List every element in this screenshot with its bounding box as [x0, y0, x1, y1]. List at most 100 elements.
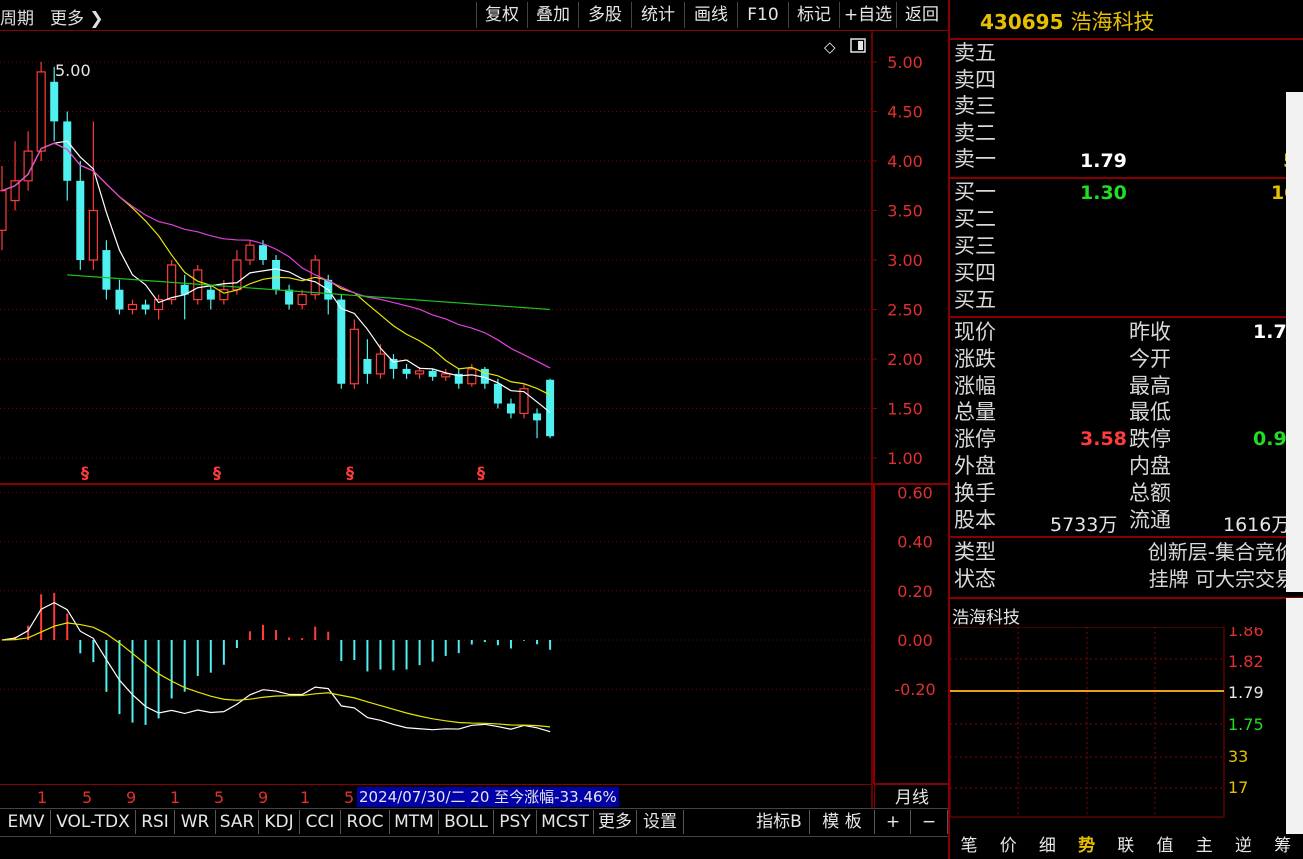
indicator-right-tab-3[interactable]: − — [911, 810, 948, 834]
type-label: 类型 — [954, 540, 996, 564]
x-axis-label: 5 — [214, 788, 225, 807]
indicator-tab-sar[interactable]: SAR — [216, 810, 259, 834]
mini-axis-label: 17 — [1228, 778, 1248, 797]
candle — [363, 339, 372, 384]
buy4-label: 买四 — [954, 261, 996, 285]
divider — [950, 536, 1303, 538]
stat-label: 涨幅 — [954, 373, 996, 398]
candle — [297, 289, 307, 310]
buy1-label: 买一 — [954, 180, 996, 204]
back-button[interactable]: 返回 — [896, 2, 947, 28]
f10-button[interactable]: F10 — [737, 2, 788, 28]
price-axis-label: 2.50 — [887, 301, 923, 320]
indicator-tab-更多[interactable]: 更多 — [594, 810, 637, 834]
overlapping-window-edge-lower — [1286, 598, 1303, 834]
stat-label: 内盘 — [1129, 453, 1171, 478]
indicator-tab-emv[interactable]: EMV — [2, 810, 51, 834]
sell-labels: 卖五 卖四 卖三 卖二 卖一 — [954, 40, 996, 173]
overlay-button[interactable]: 叠加 — [527, 2, 578, 28]
sell3-label: 卖三 — [954, 94, 996, 118]
candle — [23, 131, 33, 191]
indicator-tab-mcst[interactable]: MCST — [537, 810, 594, 834]
stat-label: 最低 — [1129, 400, 1171, 425]
stat-label: 换手 — [954, 480, 996, 505]
sell4-label: 卖四 — [954, 67, 996, 92]
candle — [389, 354, 398, 379]
stock-name: 浩海科技 — [1070, 10, 1155, 34]
more-menu[interactable]: 更多 ❯ — [50, 4, 104, 29]
candle — [533, 408, 542, 439]
mini-axis-label: 33 — [1228, 747, 1248, 766]
draw-line-button[interactable]: 画线 — [684, 2, 737, 28]
add-watchlist-button[interactable]: +自选 — [839, 2, 896, 28]
candle — [428, 368, 437, 381]
price-axis-label: 2.00 — [887, 350, 923, 369]
indicator-tab-psy[interactable]: PSY — [494, 810, 537, 834]
indicator-tab-mtm[interactable]: MTM — [390, 810, 439, 834]
candle — [180, 274, 189, 320]
stat-label: 总量 — [954, 400, 996, 425]
divider — [950, 38, 1303, 40]
indicator-tab-cci[interactable]: CCI — [300, 810, 341, 834]
high-price-label: 5.00 — [55, 61, 91, 80]
period-label[interactable]: 月线 — [874, 784, 949, 809]
indicator-tab-rsi[interactable]: RSI — [136, 810, 175, 834]
candle — [506, 398, 515, 419]
kline-chart[interactable]: 5.00 4.50 4.00 3.50 3.00 2.50 2.00 1.50 1.00 0.60… — [0, 30, 948, 810]
sell1-price: 1.79 — [1080, 150, 1127, 172]
x-axis-label: 5 — [82, 788, 93, 807]
macd-panel — [1, 592, 552, 733]
candle — [102, 240, 111, 300]
stat-label: 昨收 — [1129, 320, 1171, 344]
indicator-tab-vol-tdx[interactable]: VOL-TDX — [51, 810, 136, 834]
mini-intraday-chart[interactable]: 1.86 1.82 1.79 1.75 33 17 — [950, 627, 1303, 822]
stat-label: 外盘 — [954, 453, 996, 478]
indicator-tab-设置[interactable]: 设置 — [637, 810, 684, 834]
stat-label: 涨跌 — [954, 346, 996, 371]
indicator-tab-kdj[interactable]: KDJ — [259, 810, 300, 834]
macd-axis-label: 0.40 — [897, 533, 933, 552]
macd-axis-label: 0.20 — [897, 582, 933, 601]
multi-stock-button[interactable]: 多股 — [578, 2, 631, 28]
chevron-right-icon: ❯ — [84, 9, 104, 29]
restore-rights-button[interactable]: 复权 — [476, 2, 527, 28]
stats-left-labels: 现价 涨跌 涨幅 总量 涨停 外盘 换手 股本 — [954, 319, 996, 533]
range-change-label: 2024/07/30/二 20 至今涨幅-33.46% — [357, 787, 619, 807]
diamond-icon[interactable]: ◇ — [824, 38, 836, 56]
price-axis-label: 1.50 — [887, 400, 923, 419]
candle — [115, 279, 124, 315]
price-axis-label: 5.00 — [887, 53, 923, 72]
statistics-button[interactable]: 统计 — [631, 2, 684, 28]
sell1-label: 卖一 — [954, 147, 996, 171]
float-shares-value: 1616万 — [1223, 514, 1291, 536]
buy2-label: 买二 — [954, 207, 996, 231]
period-menu[interactable]: 周期 — [0, 4, 34, 29]
s-marker-icon: § — [213, 463, 221, 482]
indicator-right-tab-0[interactable]: 指标B — [749, 810, 810, 834]
indicator-tab-roc[interactable]: ROC — [341, 810, 390, 834]
indicator-tab-boll[interactable]: BOLL — [439, 810, 494, 834]
indicator-right-tab-1[interactable]: 模 板 — [810, 810, 875, 834]
macd-dif-line — [1, 601, 551, 733]
panel-toggle-icon-fill — [858, 41, 863, 50]
info-values: 创新层-集合竞价 挂牌 可大宗交易 — [1148, 539, 1295, 593]
s-marker-icon: § — [81, 463, 89, 482]
candle — [375, 344, 386, 379]
indicator-right-tab-2[interactable]: + — [876, 810, 911, 834]
macd-axis-label: 0.60 — [897, 483, 933, 502]
indicator-tab-wr[interactable]: WR — [175, 810, 216, 834]
stock-header: 430695 浩海科技 — [980, 6, 1154, 36]
candle — [546, 378, 555, 439]
candle — [402, 363, 411, 379]
candle — [127, 299, 138, 315]
divider — [950, 597, 1303, 599]
info-labels: 类型 状态 — [954, 539, 996, 593]
buy1-price: 1.30 — [1080, 182, 1127, 204]
candle — [285, 284, 294, 310]
mark-button[interactable]: 标记 — [788, 2, 839, 28]
price-axis-label: 3.00 — [887, 251, 923, 270]
sell5-label: 卖五 — [954, 41, 996, 65]
x-axis-row: 1 5 9 1 5 9 1 5 2024/07/30/二 20 至今涨幅-33.46% — [0, 784, 872, 809]
stat-label: 涨停 — [954, 427, 996, 452]
divider — [950, 316, 1303, 318]
